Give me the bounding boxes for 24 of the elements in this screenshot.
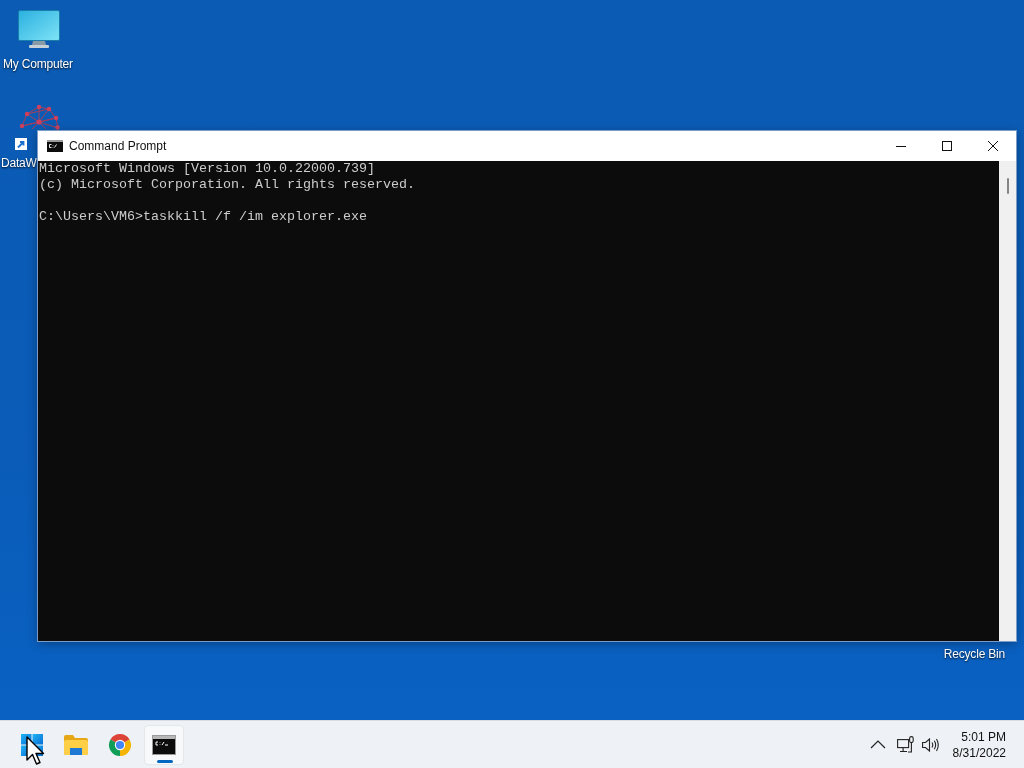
console-command-line: C:\Users\VM6>taskkill /f /im explorer.exe [39,209,367,225]
clock-date[interactable]: 8/31/2022 [952,744,1006,761]
icon-label[interactable]: DataW [1,155,37,171]
scrollbar-track[interactable] [999,161,1016,641]
icon-label[interactable]: Recycle Bin [943,647,1005,661]
console-line: (c) Microsoft Corporation. All rights reserved. [39,177,415,193]
folder-icon[interactable] [64,732,88,757]
window-title: Command Prompt [69,139,167,153]
close-icon [988,141,998,151]
taskbar-button[interactable] [144,724,184,765]
chevron-up-icon[interactable] [869,740,886,749]
monitor-icon[interactable] [18,10,60,48]
terminal-icon [47,140,63,152]
monitor-network-icon[interactable] [896,736,914,753]
tricolor-circle-icon[interactable] [108,732,132,757]
scrollbar-thumb[interactable] [1006,178,1009,194]
speaker-icon[interactable] [921,737,939,752]
terminal-icon[interactable] [152,734,176,755]
node-network-icon[interactable] [18,104,60,130]
clock-time[interactable]: 5:01 PM [961,728,1006,745]
console-line: Microsoft Windows [Version 10.0.22000.739] [39,161,375,177]
icon-label[interactable]: My Computer [3,56,73,72]
maximize-icon [942,141,952,151]
mouse-pointer-icon [26,736,46,768]
